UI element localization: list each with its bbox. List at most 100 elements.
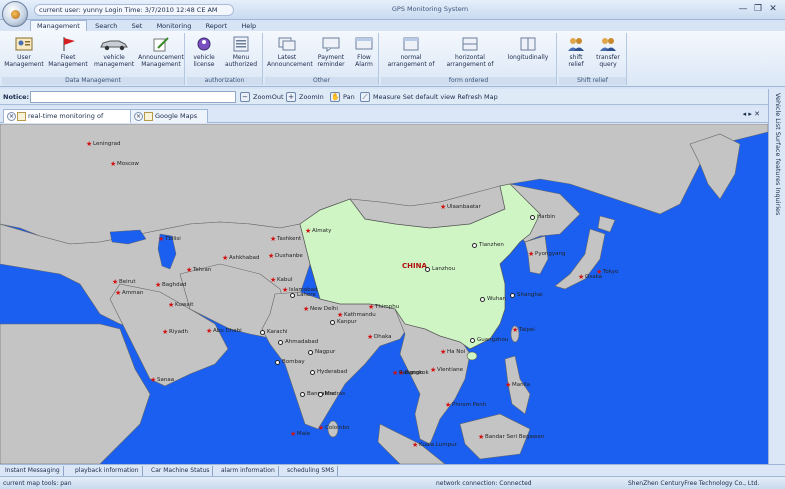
minimize-button[interactable]: — (737, 3, 749, 15)
announcement-management-label: Announcement Management (138, 54, 184, 68)
tab-management[interactable]: Management (30, 20, 87, 31)
tab-car-machine-status[interactable]: Car Machine Status (148, 466, 214, 476)
announcement-management-button[interactable]: Announcement Management (138, 35, 184, 75)
tab-scheduling-sms[interactable]: scheduling SMS (284, 466, 339, 476)
user-card-icon (15, 36, 33, 52)
users-icon (567, 36, 585, 52)
group-shift-relief: shift relief transfer query Shift relief (559, 33, 627, 85)
menu-list-icon (232, 36, 250, 52)
city-label: Guangzhou (477, 337, 509, 343)
tile-horizontal-icon (461, 36, 479, 52)
city-dot-icon (310, 370, 315, 375)
capital-star-icon: ★ (337, 311, 344, 319)
notice-input[interactable] (30, 91, 236, 103)
capital-star-icon: ★ (392, 369, 399, 377)
capital-star-icon: ★ (440, 348, 447, 356)
capital-star-icon: ★ (440, 203, 447, 211)
city-label: Bombay (282, 359, 305, 365)
capital-star-icon: ★ (115, 289, 122, 297)
shift-relief-button[interactable]: shift relief (561, 35, 591, 75)
capital-star-icon: ★ (430, 366, 437, 374)
document-tabs: × real-time monitoring of vehicles × Goo… (0, 107, 768, 133)
close-button[interactable]: ✕ (767, 3, 779, 15)
zoom-out-button[interactable]: − ZoomOut (240, 91, 284, 103)
vehicle-license-label: vehicle license (193, 54, 215, 68)
user-management-button[interactable]: User Management (4, 35, 44, 75)
close-tab-icon[interactable]: × (134, 112, 143, 121)
notice-label: Notice: (3, 93, 30, 101)
city-label: Kanpur (337, 319, 357, 325)
zoom-in-icon: + (286, 92, 296, 102)
city-dot-icon (278, 340, 283, 345)
tab-instant-messaging[interactable]: Instant Messaging (2, 466, 64, 476)
vehicle-license-button[interactable]: vehicle license (187, 35, 221, 75)
menu-authorized-button[interactable]: Menu authorized (221, 35, 261, 75)
capital-star-icon: ★ (505, 381, 512, 389)
city-label: Kabul (277, 277, 293, 283)
payment-reminder-button[interactable]: Payment reminder (311, 35, 351, 75)
alarm-window-icon (355, 36, 373, 52)
page-icon (144, 112, 153, 121)
pan-label: Pan (343, 93, 355, 101)
city-label: Kuala Lumpur (419, 442, 457, 448)
status-company: ShenZhen CenturyFree Technology Co., Ltd… (628, 480, 760, 487)
tab-navigation[interactable]: ◂ ▸ ✕ (743, 110, 760, 118)
close-tab-icon[interactable]: × (7, 112, 16, 121)
group-title: authorization (187, 77, 262, 85)
city-label: Dushanbe (275, 253, 303, 259)
longitudinally-button[interactable]: longitudinally (501, 35, 555, 75)
capital-star-icon: ★ (270, 235, 277, 243)
city-label: Osaka (585, 274, 603, 280)
horizontal-arrangement-button[interactable]: horizontal arrangement of (441, 35, 499, 75)
capital-star-icon: ★ (445, 401, 452, 409)
city-dot-icon (472, 243, 477, 248)
land-hokkaido (597, 215, 616, 233)
city-label: Nagpur (315, 349, 336, 355)
flow-alarm-button[interactable]: Flow Alarm (351, 35, 377, 75)
city-dot-icon (260, 330, 265, 335)
status-bar: current map tools: pan network connectio… (0, 476, 785, 489)
capital-star-icon: ★ (110, 160, 117, 168)
latest-announcement-label: Latest Announcement (267, 54, 313, 68)
tab-alarm-information[interactable]: alarm information (218, 466, 279, 476)
vehicle-management-button[interactable]: vehicle management (94, 35, 134, 75)
city-label: Beirut (119, 279, 136, 285)
ruler-icon: ⟋ (360, 92, 370, 102)
side-panel-collapsed[interactable]: Vehicle List Surface features Inquiries (768, 89, 785, 464)
measure-button[interactable]: ⟋ Measure Set default view Refresh Map (360, 91, 498, 103)
land-africa (0, 323, 151, 464)
horizontal-arrangement-label: horizontal arrangement of (446, 54, 494, 68)
country-label-china: CHINA (402, 262, 427, 270)
status-map-tool: current map tools: pan (3, 480, 72, 487)
transfer-query-label: transfer query (596, 54, 620, 68)
pan-button[interactable]: ✋ Pan (330, 91, 355, 103)
city-label: Tbilisi (165, 236, 181, 242)
city-dot-icon (290, 293, 295, 298)
transfer-query-button[interactable]: transfer query (591, 35, 625, 75)
city-label: Phnom Penh (452, 402, 487, 408)
zoom-in-button[interactable]: + ZoomIn (286, 91, 324, 103)
normal-arrangement-button[interactable]: normal arrangement of (383, 35, 439, 75)
shift-relief-label: shift relief (568, 54, 584, 68)
tab-playback-information[interactable]: playback information (72, 466, 143, 476)
vehicle-management-label: vehicle management (94, 54, 135, 68)
restore-button[interactable]: ❐ (752, 3, 764, 15)
city-label: Bandar Seri Begawan (485, 434, 545, 440)
license-icon (195, 36, 213, 52)
tab-realtime-monitoring[interactable]: × real-time monitoring of vehicles (3, 109, 131, 133)
message-icon (322, 36, 340, 52)
latest-announcement-button[interactable]: Latest Announcement (267, 35, 313, 75)
fleet-management-button[interactable]: Fleet Management (48, 35, 88, 75)
tile-vertical-icon (519, 36, 537, 52)
city-label: Leningrad (93, 141, 121, 147)
tab-google-maps[interactable]: × Google Maps (130, 109, 208, 123)
capital-star-icon: ★ (512, 326, 519, 334)
app-menu-orb[interactable] (2, 1, 28, 27)
pen-paper-icon (152, 36, 170, 52)
city-label: Ha Noi (447, 349, 466, 355)
map-view[interactable]: CHINA ★ Leningrad ★ Moscow ★ Ulaanbaatar Harbi… (0, 124, 768, 464)
bottom-panel-tabs: Instant Messaging playback information C… (0, 464, 785, 476)
window-title: GPS Monitoring System (391, 5, 469, 13)
city-label: Tianzhen (479, 242, 504, 248)
capital-star-icon: ★ (478, 433, 485, 441)
